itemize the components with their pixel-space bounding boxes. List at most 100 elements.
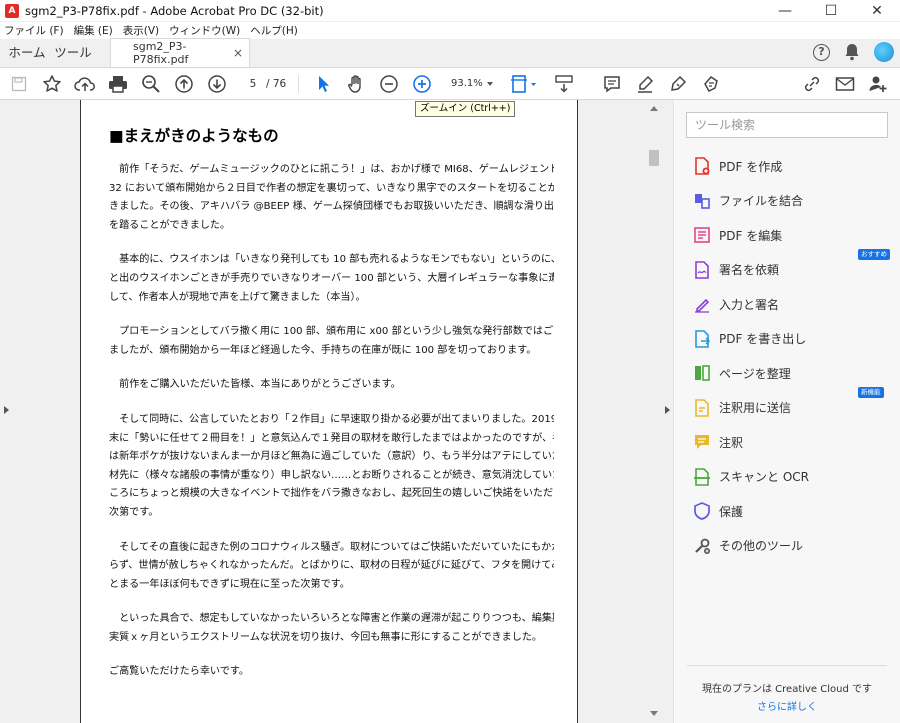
- menu-edit[interactable]: 編集 (E): [74, 23, 113, 38]
- hand-tool-icon[interactable]: [345, 73, 367, 95]
- menu-view[interactable]: 表示(V): [123, 23, 159, 38]
- menu-help[interactable]: ヘルプ(H): [250, 23, 298, 38]
- maximize-button[interactable]: ☐: [808, 0, 854, 22]
- tab-tools[interactable]: ツール: [50, 39, 96, 67]
- zoom-in-icon[interactable]: [411, 73, 433, 95]
- zoom-search-icon[interactable]: [140, 73, 162, 95]
- tool-item-organize-pages[interactable]: ページを整理: [693, 362, 893, 384]
- next-page-icon[interactable]: [206, 73, 228, 95]
- tool-item-protect[interactable]: 保護: [693, 500, 893, 522]
- tab-home[interactable]: ホーム: [4, 39, 50, 67]
- learn-more-link[interactable]: さらに詳しく: [687, 698, 887, 713]
- paragraph-line: そして同時に、公言していたとおり「２作目」に早速取り掛かる必要が出てまいりました…: [109, 413, 554, 425]
- comment-icon[interactable]: [601, 73, 623, 95]
- tool-search-input[interactable]: ツール検索: [686, 112, 888, 138]
- bell-icon[interactable]: [844, 43, 860, 61]
- tool-label: 注釈用に送信: [719, 401, 792, 415]
- paragraph-line: 前作「そうだ、ゲームミュージックのひとに訊こう！」は、おかげ様で MI68、ゲー…: [109, 164, 554, 175]
- page-display-icon[interactable]: [510, 73, 538, 95]
- comment-icon: [693, 433, 711, 451]
- organize-pages-icon: [693, 364, 711, 382]
- tab-document[interactable]: sgm2_P3-P78fix.pdf ×: [110, 38, 250, 67]
- paragraph-line: らず、世情が赦しちゃくれなかったんだ。とばかりに、取材の日程が延びに延びて、フタ…: [109, 560, 554, 572]
- tool-item-fill-sign[interactable]: 入力と署名: [693, 293, 893, 315]
- menu-window[interactable]: ウィンドウ(W): [169, 23, 240, 38]
- avatar[interactable]: [874, 42, 894, 62]
- toolbar: 5 / 76 93.1%: [0, 68, 900, 100]
- star-icon[interactable]: [41, 73, 63, 95]
- left-panel-toggle[interactable]: [0, 100, 15, 723]
- menu-file[interactable]: ファイル (F): [4, 23, 64, 38]
- vertical-scrollbar[interactable]: [646, 100, 662, 723]
- scroll-down-icon[interactable]: [650, 711, 658, 716]
- window-controls: — ☐ ✕: [762, 0, 900, 22]
- mail-icon[interactable]: [834, 73, 856, 95]
- tool-item-comment[interactable]: 注釈: [693, 431, 893, 453]
- cloud-upload-icon[interactable]: [74, 73, 96, 95]
- tool-item-edit-pdf[interactable]: PDF を編集: [693, 224, 893, 246]
- stamp-icon[interactable]: [700, 73, 722, 95]
- paragraph-line: といった具合で、想定もしていなかったいろいろとな障害と作業の遅滞が起こりりつつも…: [109, 613, 554, 625]
- fill-sign-icon: [693, 295, 711, 313]
- scroll-mode-icon[interactable]: [553, 73, 575, 95]
- protect-icon: [693, 502, 711, 520]
- add-user-icon[interactable]: [867, 73, 889, 95]
- toolbar-divider: [298, 75, 299, 93]
- paragraph-line: 基本的に、ウスイホンは「いきなり発刊しても 10 部も売れるようなモンでもない」…: [109, 254, 554, 266]
- minimize-button[interactable]: —: [762, 0, 808, 22]
- paragraph-line: 前作をご購入いただいた皆様、本当にありがとうございます。: [109, 379, 401, 391]
- paragraph-line: を踏ることができました。: [109, 219, 231, 231]
- document-body: 前作「そうだ、ゲームミュージックのひとに訊こう！」は、おかげ様で MI68、ゲー…: [109, 161, 554, 682]
- highlight-pen-icon[interactable]: [634, 73, 656, 95]
- tool-item-send-comments[interactable]: 注釈用に送信: [693, 397, 893, 419]
- paragraph: 基本的に、ウスイホンは「いきなり発刊しても 10 部も売れるようなモンでもない」…: [109, 251, 554, 307]
- select-cursor-icon[interactable]: [312, 73, 334, 95]
- paragraph-line: きました。その後、アキハバラ @BEEP 様、ゲーム探偵団様でもお取扱いいただき…: [109, 201, 554, 213]
- paragraph-line: 材先に（様々な諸般の事情が重なり）申し訳ない……とお断りされることが続き、意気消…: [109, 469, 554, 481]
- tab-close-icon[interactable]: ×: [233, 46, 243, 60]
- page-number-input[interactable]: 5: [241, 75, 265, 93]
- paragraph: 前作をご購入いただいた皆様、本当にありがとうございます。: [109, 376, 554, 395]
- zoom-out-icon[interactable]: [378, 73, 400, 95]
- print-icon[interactable]: [107, 73, 129, 95]
- tool-label: PDF を作成: [719, 159, 783, 174]
- tool-item-combine-files[interactable]: ファイルを結合: [693, 190, 893, 212]
- tool-item-more-tools[interactable]: その他のツール: [693, 535, 893, 557]
- paragraph-line: ご高覧いただけたら幸いです。: [109, 666, 249, 678]
- chevron-down-icon[interactable]: [487, 82, 493, 86]
- acrobat-app-icon: A: [5, 3, 19, 18]
- tool-item-request-signature[interactable]: 署名を依頼: [693, 259, 893, 281]
- tool-item-scan-ocr[interactable]: スキャンと OCR: [693, 466, 893, 488]
- paragraph-line: と出のウスイホンごときが手売りでいきなりオーバー 100 部という、大層イレギュ…: [109, 272, 554, 284]
- tool-item-export-pdf[interactable]: PDF を書き出し: [693, 328, 893, 350]
- paragraph-line: 32 において頒布開始から２日目で作者の想定を裏切って、いきなり黒字でのスタート…: [109, 182, 554, 194]
- paragraph-line: 末に「勢いに任せて２冊目を！」と意気込んで１発目の取材を敢行したまではよかったの…: [109, 432, 554, 444]
- paragraph-line: は新年ボケが抜けないまんま一か月ほど無為に過ごしていた（意訳）り、もう半分はアテ…: [109, 451, 554, 463]
- close-button[interactable]: ✕: [854, 0, 900, 22]
- paragraph: ご高覧いただけたら幸いです。: [109, 663, 554, 682]
- paragraph: そしてその直後に起きた例のコロナウィルス騒ぎ。取材についてはご快諾いただいていた…: [109, 539, 554, 595]
- help-icon[interactable]: ?: [813, 43, 830, 61]
- right-panel-toggle[interactable]: [662, 100, 674, 723]
- save-icon[interactable]: [8, 73, 30, 95]
- plan-text: 現在のプランは Creative Cloud です: [701, 684, 873, 695]
- tool-label: 注釈: [719, 435, 744, 450]
- sign-icon[interactable]: [667, 73, 689, 95]
- tool-label: ファイルを結合: [719, 194, 804, 208]
- plan-footer: 現在のプランは Creative Cloud です さらに詳しく: [687, 665, 887, 713]
- tab-bar-actions: ?: [813, 42, 894, 62]
- tool-item-create-pdf[interactable]: PDF を作成: [693, 155, 893, 177]
- paragraph-line: とまる一年ほぼ何もできずに現在に至った次第です。: [109, 578, 350, 590]
- scroll-up-icon[interactable]: [650, 106, 658, 111]
- previous-page-icon[interactable]: [173, 73, 195, 95]
- scrollbar-thumb[interactable]: [649, 150, 659, 166]
- chevron-right-icon: [665, 406, 670, 414]
- paragraph: 前作「そうだ、ゲームミュージックのひとに訊こう！」は、おかげ様で MI68、ゲー…: [109, 161, 554, 235]
- tool-label: 保護: [719, 504, 744, 519]
- tab-document-label: sgm2_P3-P78fix.pdf: [133, 40, 189, 66]
- tool-label: ページを整理: [719, 366, 791, 381]
- share-link-icon[interactable]: [801, 73, 823, 95]
- paragraph-line: プロモーションとしてバラ撒く用に 100 部、頒布用に x00 部という少し強気…: [109, 326, 554, 338]
- tool-label: PDF を編集: [719, 228, 783, 243]
- tab-bar: ホーム ツール sgm2_P3-P78fix.pdf × ?: [0, 38, 900, 68]
